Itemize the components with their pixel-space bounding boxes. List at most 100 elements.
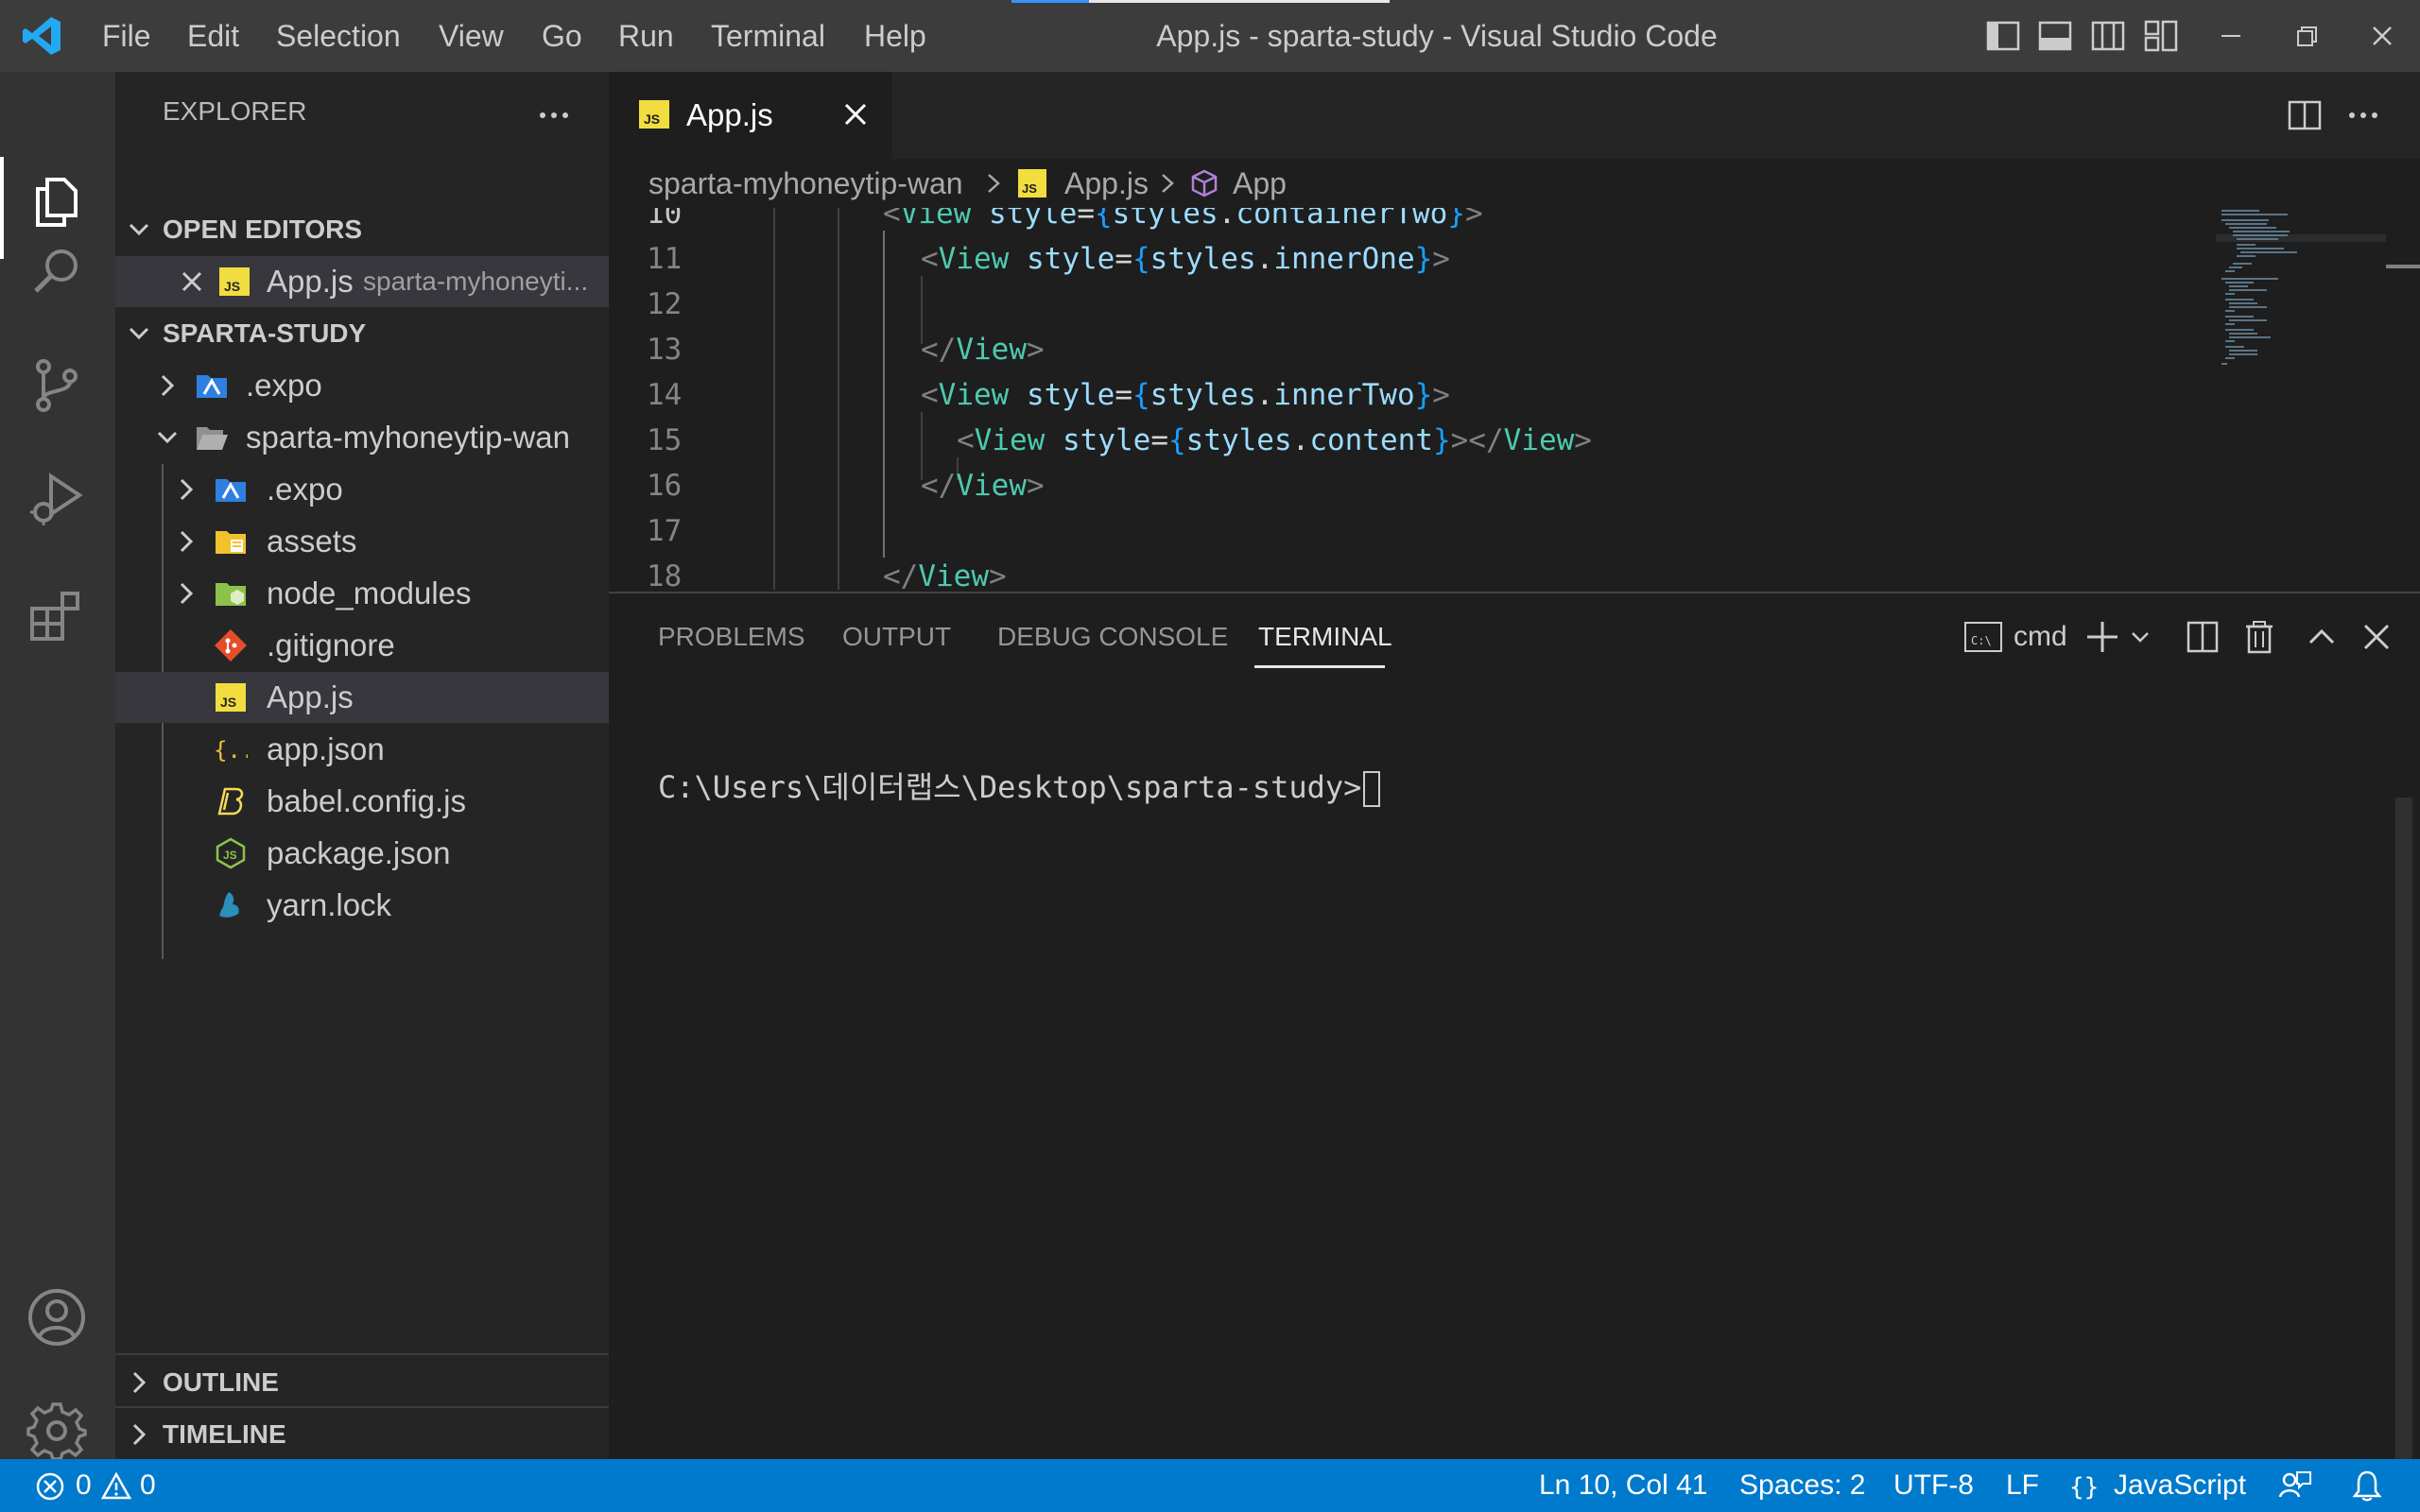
run-and-debug-icon[interactable] (26, 469, 87, 529)
code-text: </View> (921, 469, 1045, 503)
svg-text:{}: {} (2069, 1473, 2099, 1502)
warning-count[interactable]: 0 (140, 1459, 156, 1512)
close-editor-icon[interactable] (178, 267, 206, 296)
tree-item-label: App.js (267, 679, 354, 714)
end-of-line[interactable]: LF (2006, 1459, 2039, 1512)
extensions-icon[interactable] (26, 586, 87, 646)
explorer-icon[interactable] (26, 172, 87, 232)
open-editor-item[interactable]: JS App.js sparta-myhoneyti... (115, 256, 609, 307)
menu-view[interactable]: View (439, 0, 504, 72)
encoding[interactable]: UTF-8 (1893, 1459, 1974, 1512)
code-editor[interactable]: 10 <View style={styles.containerTwo}> 11 <V… (609, 208, 2420, 590)
line-number: 15 (647, 423, 683, 457)
tree-item-babel-config[interactable]: babel.config.js (115, 776, 609, 827)
chevron-down-icon[interactable] (2127, 624, 2153, 650)
close-tab-icon[interactable] (841, 100, 870, 129)
feedback-icon[interactable] (2278, 1469, 2312, 1503)
minimize-icon[interactable] (2212, 17, 2250, 55)
timeline-title: TIMELINE (163, 1419, 286, 1449)
warning-icon[interactable] (100, 1470, 132, 1503)
expo-folder-icon (214, 473, 248, 506)
code-text: <View style={styles.innerOne}> (921, 242, 1450, 276)
error-icon[interactable] (34, 1470, 66, 1503)
notifications-bell-icon[interactable] (2350, 1469, 2384, 1503)
split-terminal-icon[interactable] (2184, 618, 2221, 656)
manage-gear-icon[interactable] (26, 1400, 87, 1461)
tree-item-sparta-myhoneytip-wan[interactable]: sparta-myhoneytip-wan (115, 412, 609, 463)
code-text: <View style={styles.innerTwo}> (921, 378, 1450, 412)
assets-folder-icon (214, 525, 248, 558)
tab-terminal[interactable]: TERMINAL (1258, 622, 1392, 652)
trash-icon[interactable] (2240, 618, 2278, 656)
git-file-icon (214, 629, 248, 662)
toggle-secondary-sidebar-icon[interactable] (2089, 17, 2127, 55)
tree-item-expo[interactable]: .expo (115, 360, 609, 411)
code-line: 16 </View> (609, 463, 2216, 508)
code-line: 15 <View style={styles.content}></View> (609, 418, 2216, 463)
toggle-primary-sidebar-icon[interactable] (1984, 17, 2022, 55)
search-icon[interactable] (26, 242, 87, 302)
timeline-header[interactable]: TIMELINE (115, 1409, 609, 1460)
breadcrumb-folder[interactable]: sparta-myhoneytip-wan (648, 159, 963, 208)
menu-edit[interactable]: Edit (187, 0, 239, 72)
tree-item-node-modules[interactable]: node_modules (115, 568, 609, 619)
chevron-down-icon (125, 319, 153, 348)
source-control-icon[interactable] (26, 355, 87, 416)
new-terminal-plus-icon[interactable] (2083, 618, 2121, 656)
line-number: 10 (647, 208, 683, 231)
tab-appjs[interactable]: JS App.js (609, 72, 892, 159)
restore-icon[interactable] (2288, 17, 2325, 55)
breadcrumb-symbol[interactable]: App (1233, 159, 1287, 208)
line-number: 16 (647, 469, 683, 503)
tree-item-package-json[interactable]: JS package.json (115, 828, 609, 879)
menu-file[interactable]: File (102, 0, 151, 72)
line-number: 17 (647, 514, 683, 548)
tab-debug-console[interactable]: DEBUG CONSOLE (997, 622, 1228, 652)
folder-open-icon (195, 421, 229, 454)
customize-layout-icon[interactable] (2142, 17, 2180, 55)
outline-header[interactable]: OUTLINE (115, 1357, 609, 1408)
yarn-file-icon (214, 889, 248, 921)
tree-item-gitignore[interactable]: .gitignore (115, 620, 609, 671)
toggle-panel-icon[interactable] (2036, 17, 2074, 55)
tree-item-expo-nested[interactable]: .expo (115, 464, 609, 515)
expo-folder-icon (195, 369, 229, 402)
javascript-file-icon: JS (1017, 168, 1047, 198)
close-window-icon[interactable] (2363, 17, 2401, 55)
accounts-icon[interactable] (26, 1287, 87, 1348)
workspace-header[interactable]: SPARTA-STUDY (115, 308, 609, 359)
menu-selection[interactable]: Selection (276, 0, 401, 72)
minimap[interactable] (2216, 208, 2386, 406)
menu-terminal[interactable]: Terminal (711, 0, 825, 72)
line-number: 11 (647, 242, 683, 276)
more-actions-icon[interactable] (535, 96, 573, 134)
chevron-right-icon (125, 1420, 153, 1449)
maximize-panel-chevron-up-icon[interactable] (2303, 618, 2341, 656)
menu-run[interactable]: Run (618, 0, 674, 72)
split-editor-icon[interactable] (2286, 96, 2324, 134)
tree-item-assets[interactable]: assets (115, 516, 609, 567)
code-text: <View style={styles.content}></View> (957, 423, 1592, 457)
tree-item-appjs[interactable]: JS App.js (115, 672, 609, 723)
menu-go[interactable]: Go (542, 0, 582, 72)
open-editors-header[interactable]: OPEN EDITORS (115, 204, 609, 255)
editor-tab-bar: JS App.js (609, 72, 2420, 159)
language-mode[interactable]: JavaScript (2114, 1459, 2246, 1512)
tree-item-label: .expo (267, 472, 343, 507)
explorer-title: EXPLORER (163, 96, 307, 126)
tree-item-yarn-lock[interactable]: yarn.lock (115, 880, 609, 931)
indentation[interactable]: Spaces: 2 (1739, 1459, 1865, 1512)
close-panel-icon[interactable] (2358, 618, 2395, 656)
tree-item-app-json[interactable]: {..} app.json (115, 724, 609, 775)
menu-help[interactable]: Help (864, 0, 926, 72)
cursor-position[interactable]: Ln 10, Col 41 (1539, 1459, 1707, 1512)
tab-output[interactable]: OUTPUT (842, 622, 951, 652)
error-count[interactable]: 0 (76, 1459, 92, 1512)
terminal-scrollbar[interactable] (2395, 798, 2412, 1459)
editor-more-actions-icon[interactable] (2344, 96, 2382, 134)
svg-text:JS: JS (224, 279, 240, 294)
terminal-output[interactable]: C:\Users\데이터랩스\Desktop\sparta-study> (658, 764, 1381, 807)
tab-problems[interactable]: PROBLEMS (658, 622, 805, 652)
terminal-shell-name[interactable]: cmd (2014, 618, 2067, 656)
breadcrumb-file[interactable]: App.js (1064, 159, 1149, 208)
